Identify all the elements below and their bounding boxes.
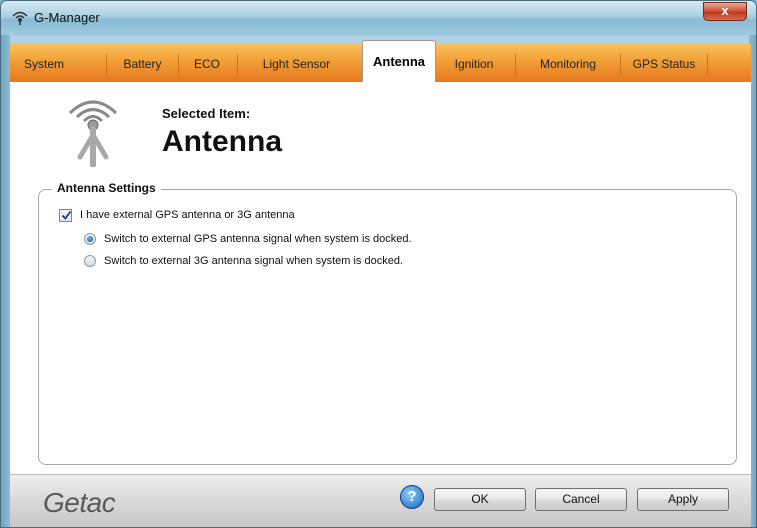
tab-gps-status[interactable]: GPS Status [621, 44, 707, 82]
radio-gps-antenna-label: Switch to external GPS antenna signal wh… [104, 233, 412, 245]
help-button[interactable]: ? [400, 485, 424, 509]
antenna-icon [68, 100, 118, 167]
tab-monitoring[interactable]: Monitoring [516, 44, 620, 82]
radio-3g-antenna[interactable] [84, 255, 96, 267]
antenna-settings-title: Antenna Settings [52, 181, 161, 195]
tab-eco[interactable]: ECO [179, 44, 235, 82]
external-antenna-label: I have external GPS antenna or 3G antenn… [80, 209, 295, 221]
window-title: G-Manager [34, 10, 100, 25]
selected-item-label: Selected Item: [162, 106, 251, 121]
antenna-settings-group [38, 189, 737, 465]
external-antenna-checkbox[interactable] [59, 209, 72, 222]
radio-3g-antenna-label: Switch to external 3G antenna signal whe… [104, 255, 403, 267]
button-bar: Getac ? OK Cancel Apply [10, 474, 751, 527]
radio-selected-dot [87, 236, 93, 242]
g-manager-window: G-Manager x System Battery ECO Light Sen… [0, 0, 757, 528]
close-button[interactable]: x [703, 2, 747, 21]
getac-logo: Getac [43, 487, 116, 518]
tab-system[interactable]: System [12, 44, 76, 82]
checkmark-icon [61, 210, 72, 220]
tab-light-sensor[interactable]: Light Sensor [238, 44, 355, 82]
radio-gps-antenna[interactable] [84, 233, 96, 245]
apply-button[interactable]: Apply [637, 488, 729, 511]
tab-separator [707, 54, 708, 76]
cancel-button[interactable]: Cancel [535, 488, 627, 511]
antenna-panel: Selected Item: Antenna Antenna Settings … [10, 82, 751, 474]
satellite-icon [12, 11, 28, 25]
title-bar: G-Manager x [1, 1, 756, 35]
window-frame-left [1, 35, 10, 527]
tab-battery[interactable]: Battery [107, 44, 178, 82]
tab-ignition[interactable]: Ignition [442, 44, 506, 82]
tab-strip: System Battery ECO Light Sensor Antenna … [10, 40, 751, 83]
ok-button[interactable]: OK [434, 488, 526, 511]
selected-item-value: Antenna [162, 125, 282, 158]
tab-antenna[interactable]: Antenna [362, 40, 436, 83]
